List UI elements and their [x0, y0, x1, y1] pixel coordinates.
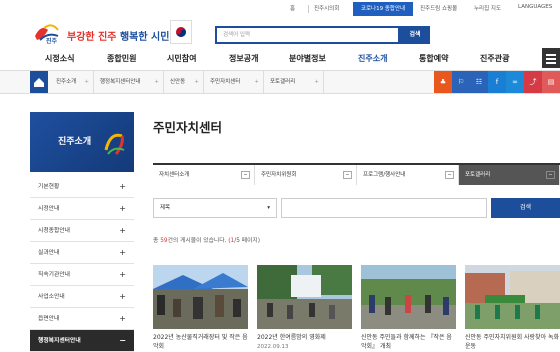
gallery-photo[interactable]	[257, 265, 352, 329]
side-item[interactable]: 실과안내 +	[30, 242, 134, 264]
gallery-caption[interactable]: 2022년 한여름밤의 영화제 2022.09.13	[257, 333, 353, 352]
sitemap-link[interactable]: 누리집 지도	[474, 4, 501, 12]
languages-link[interactable]: LANGUAGES	[518, 4, 552, 10]
link-icon[interactable]: ∞	[506, 71, 524, 93]
gallery-caption[interactable]: 2022년 농산물직거래장터 및 작은 음악회	[153, 333, 249, 351]
side-item[interactable]: 시정안내 +	[30, 198, 134, 220]
nav-item[interactable]: 시정소식	[45, 53, 74, 64]
gallery-date: 2022.09.13	[257, 344, 289, 350]
nav-item[interactable]: 분야별정보	[289, 53, 326, 64]
nav-item[interactable]: 시민참여	[167, 53, 196, 64]
page-title: 주민자치센터	[153, 120, 223, 135]
slogan-red: 부강한 진주	[67, 32, 117, 43]
breadcrumb-item[interactable]: 주민자치센터 +	[204, 71, 264, 93]
svg-text:진주: 진주	[46, 37, 58, 44]
side-title-panel: 진주소개	[30, 112, 134, 172]
gallery-photo[interactable]	[153, 265, 248, 329]
side-item[interactable]: 직속기관안내 +	[30, 264, 134, 286]
mall-link[interactable]: 진주드림 쇼핑몰	[420, 4, 457, 12]
chevron-down-icon: ▾	[267, 205, 270, 211]
sitemap-icon[interactable]: ⚐	[452, 71, 470, 93]
slogan: 부강한 진주 행복한 시민	[67, 28, 169, 43]
utility-bar: 홈 진주시의회 코로나19 종합안내 진주드림 쇼핑몰 누리집 지도 LANGU…	[0, 0, 560, 18]
gallery-caption[interactable]: 신안동 주민들과 함께하는 『작은 음악회』 개최	[361, 333, 457, 351]
side-item[interactable]: 시청종합안내 +	[30, 220, 134, 242]
breadcrumb-item[interactable]: 행정복지센터안내 +	[94, 71, 164, 93]
home-link[interactable]: 홈	[290, 4, 295, 12]
sub-tabs: 자치센터소개 − 주민자치위원회 − 프로그램/행사안내 − 포토갤러리 −	[153, 163, 560, 185]
side-menu: 기본현황 + 시정안내 + 시청종합안내 + 실과안내 + 직속기관안내 + 사업소안내 +…	[30, 176, 134, 352]
location-bar: 진주소개 + 행정복지센터안내 + 신안동 + 주민자치센터 + 포토갤러리 + ♣ ⚐ …	[0, 70, 560, 94]
side-item[interactable]: 읍면안내 +	[30, 308, 134, 330]
nav-item[interactable]: 통합예약	[419, 53, 448, 64]
gallery-photo[interactable]	[361, 265, 456, 329]
side-logo-icon	[104, 133, 125, 155]
city-logo[interactable]: 진주	[32, 22, 62, 45]
taegeukgi-icon	[170, 20, 192, 44]
side-item[interactable]: 사업소안내 +	[30, 286, 134, 308]
slogan-blue: 행복한 시민	[119, 32, 170, 43]
tab-committee[interactable]: 주민자치위원회 −	[255, 165, 357, 185]
nav-item[interactable]: 종합민원	[107, 53, 136, 64]
print-icon[interactable]: ▤	[542, 71, 560, 93]
gallery-caption-title[interactable]: 2022년 한여름밤의 영화제	[257, 334, 326, 341]
tab-programs[interactable]: 프로그램/행사안내 −	[357, 165, 459, 185]
search-input[interactable]: 검색어 입력	[215, 26, 400, 44]
home-icon[interactable]	[30, 71, 48, 93]
covid-link[interactable]: 코로나19 종합안내	[353, 2, 413, 16]
gallery-photo[interactable]	[465, 265, 560, 329]
board-search-button[interactable]: 검색	[491, 198, 560, 218]
search-field-select[interactable]: 제목 ▾	[153, 198, 277, 218]
tab-photo-gallery[interactable]: 포토갤러리 −	[459, 165, 560, 185]
hierarchy-icon[interactable]: ☷	[470, 71, 488, 93]
nav-item-active[interactable]: 진주소개	[358, 53, 387, 64]
keyword-input[interactable]	[281, 198, 487, 218]
breadcrumb-item[interactable]: 신안동 +	[164, 71, 204, 93]
tab-intro[interactable]: 자치센터소개 −	[153, 165, 255, 185]
search-button[interactable]: 검색	[400, 26, 430, 44]
council-link[interactable]: 진주시의회	[314, 4, 339, 12]
share-icon[interactable]: ⤴	[524, 71, 542, 93]
breadcrumb-item[interactable]: 포토갤러리 +	[264, 71, 324, 93]
divider	[308, 5, 309, 13]
nav-item[interactable]: 정보공개	[229, 53, 258, 64]
side-title: 진주소개	[58, 137, 92, 147]
side-item[interactable]: 기본현황 +	[30, 176, 134, 198]
sns-share-icon[interactable]: ♣	[434, 71, 452, 93]
main-nav: 시정소식 종합민원 시민참여 정보공개 분야별정보 진주소개 통합예약 진주관광	[0, 50, 560, 68]
menu-icon[interactable]	[542, 48, 560, 68]
facebook-icon[interactable]: f	[488, 71, 506, 93]
side-item-active[interactable]: 행정복지센터안내 −	[30, 330, 134, 352]
gallery-caption[interactable]: 신안동 주민자치위원회 사랑찾아 녹화운동	[465, 333, 560, 351]
result-count: 총 59건의 게시물이 있습니다. (1/5 페이지)	[153, 238, 260, 244]
nav-item[interactable]: 진주관광	[480, 53, 509, 64]
breadcrumb-item[interactable]: 진주소개 +	[50, 71, 94, 93]
